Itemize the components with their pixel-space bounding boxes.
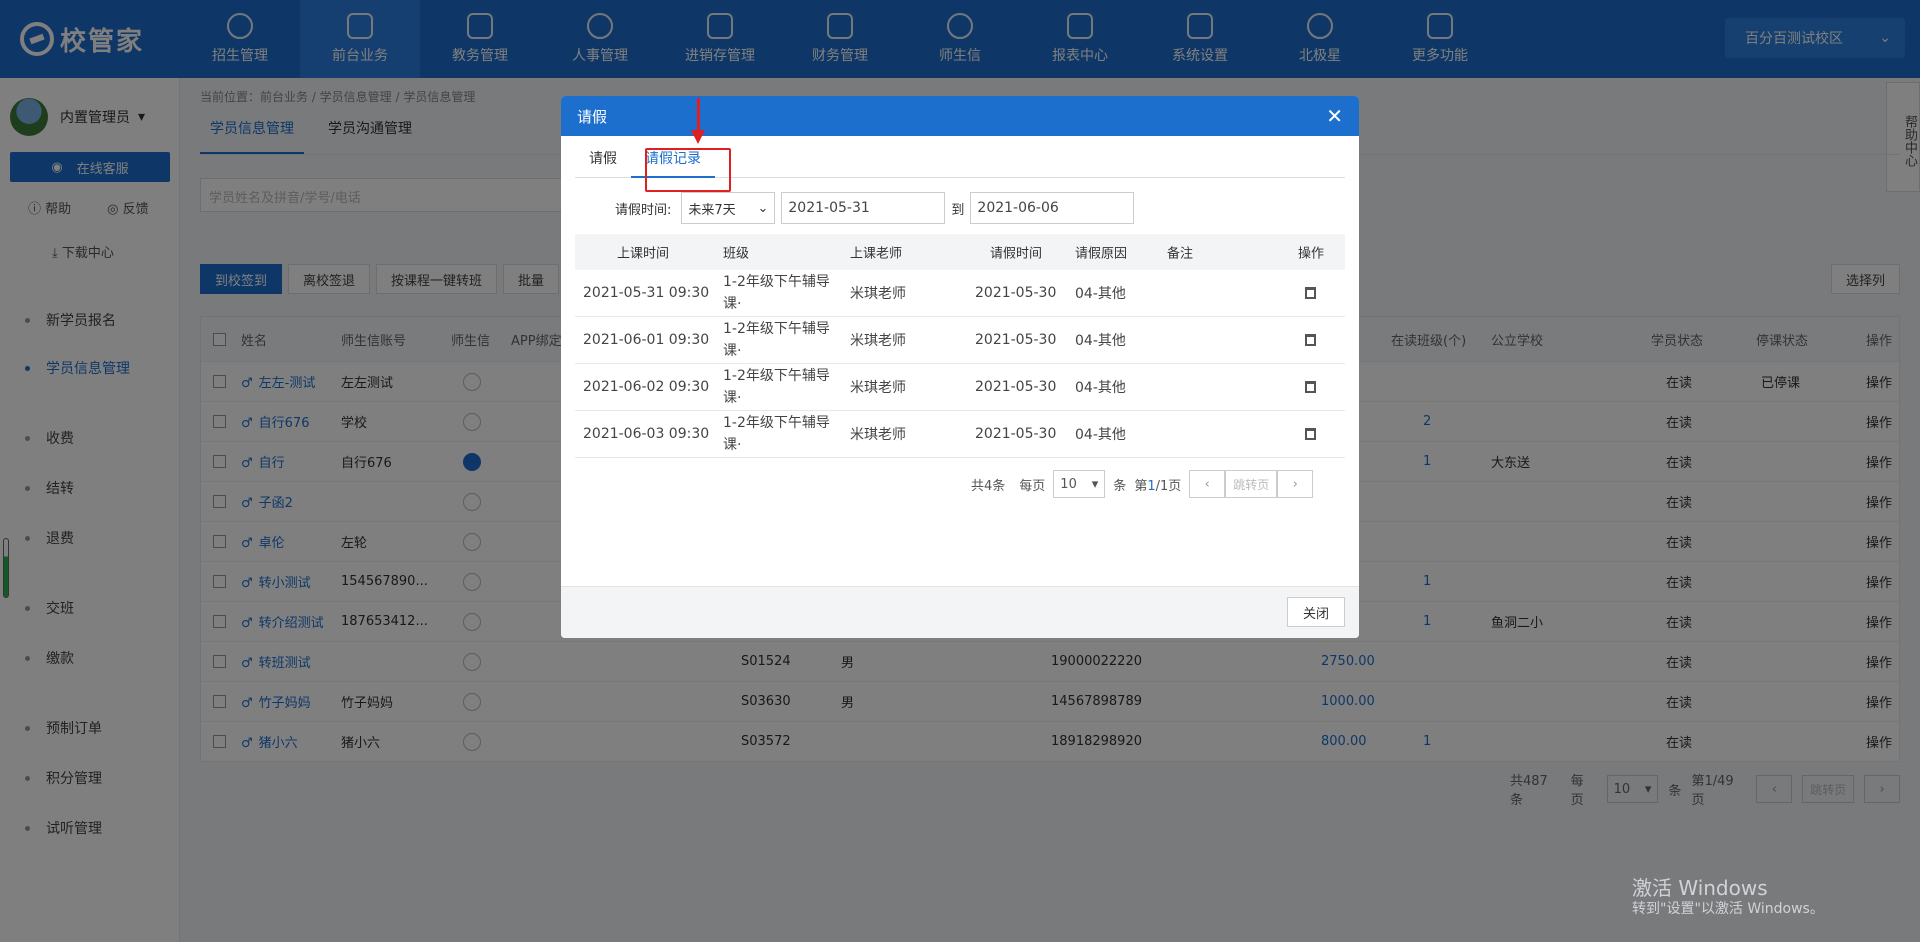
reason-cell: 04-其他 <box>1075 380 1126 396</box>
teacher-cell: 米琪老师 <box>850 427 906 443</box>
leave-column-header: 备注 <box>1167 246 1194 262</box>
leave-record-row: 2021-06-03 09:30 1-2年级下午辅导课· 米琪老师 2021-05-3… <box>575 411 1345 458</box>
teacher-cell: 米琪老师 <box>850 380 906 396</box>
range-select[interactable]: 未来7天 ⌄ <box>681 192 776 224</box>
class-time-cell: 2021-06-01 09:30 <box>583 332 710 348</box>
leave-date-cell: 2021-05-30 <box>975 285 1057 301</box>
leave-date-cell: 2021-05-30 <box>975 379 1057 395</box>
class-name-cell: 1-2年级下午辅导课· <box>723 321 830 359</box>
teacher-cell: 米琪老师 <box>850 333 906 349</box>
date-to-input[interactable]: 2021-06-06 <box>970 192 1135 224</box>
leave-date-cell: 2021-05-30 <box>975 332 1057 348</box>
modal-footer: 关闭 <box>561 586 1359 638</box>
trash-icon[interactable] <box>1305 287 1316 299</box>
filter-label: 请假时间: <box>615 202 672 218</box>
modal-title: 请假 <box>577 107 608 126</box>
modal-next-page-button[interactable]: › <box>1277 470 1314 498</box>
leave-column-header: 上课老师 <box>850 246 903 262</box>
date-from-input[interactable]: 2021-05-31 <box>781 192 946 224</box>
modal-page-size-select[interactable]: 10 ▾ <box>1053 470 1106 498</box>
leave-record-row: 2021-05-31 09:30 1-2年级下午辅导课· 米琪老师 2021-05-3… <box>575 270 1345 317</box>
leave-column-header: 上课时间 <box>617 246 670 262</box>
windows-activation-text: 转到"设置"以激活 Windows。 <box>1632 901 1824 917</box>
annotation-arrow-head <box>691 130 705 144</box>
to-label: 到 <box>951 202 965 218</box>
leave-time-filter: 请假时间: 未来7天 ⌄ 2021-05-31 到 2021-06-06 <box>615 192 1135 224</box>
modal-header: 请假 ✕ <box>561 96 1359 136</box>
modal-pager-page: 第1/1页 <box>1134 478 1182 494</box>
trash-icon[interactable] <box>1305 381 1316 393</box>
close-icon[interactable]: ✕ <box>1326 106 1343 126</box>
modal-pager: 共4条 每页 10 ▾ 条 第1/1页 ‹ 跳转页 › <box>971 470 1314 498</box>
modal-page-size-value: 10 <box>1060 476 1077 492</box>
class-name-cell: 1-2年级下午辅导课· <box>723 274 830 312</box>
reason-cell: 04-其他 <box>1075 286 1126 302</box>
leave-modal: 请假 ✕ 请假 请假记录 请假时间: 未来7天 ⌄ 2021-05-31 到 202… <box>561 96 1359 638</box>
trash-icon[interactable] <box>1305 428 1316 440</box>
class-time-cell: 2021-06-02 09:30 <box>583 379 710 395</box>
reason-cell: 04-其他 <box>1075 333 1126 349</box>
tab-leave[interactable]: 请假 <box>575 148 631 178</box>
trash-icon[interactable] <box>1305 334 1316 346</box>
leave-column-header: 请假原因 <box>1075 246 1128 262</box>
leave-column-header: 请假时间 <box>990 246 1043 262</box>
caret-down-icon: ▾ <box>1091 476 1099 492</box>
windows-activation-title: 激活 Windows <box>1632 876 1768 900</box>
leave-date-cell: 2021-05-30 <box>975 426 1057 442</box>
class-time-cell: 2021-06-03 09:30 <box>583 426 710 442</box>
annotation-highlight-box <box>645 148 731 192</box>
leave-record-row: 2021-06-01 09:30 1-2年级下午辅导课· 米琪老师 2021-05-3… <box>575 317 1345 364</box>
leave-record-row: 2021-06-02 09:30 1-2年级下午辅导课· 米琪老师 2021-05-3… <box>575 364 1345 411</box>
range-value: 未来7天 <box>688 202 736 218</box>
reason-cell: 04-其他 <box>1075 427 1126 443</box>
chevron-down-icon: ⌄ <box>757 200 769 216</box>
leave-column-header: 操作 <box>1298 246 1325 262</box>
class-name-cell: 1-2年级下午辅导课· <box>723 368 830 406</box>
modal-jump-page-input[interactable]: 跳转页 <box>1225 470 1278 498</box>
class-name-cell: 1-2年级下午辅导课· <box>723 415 830 453</box>
teacher-cell: 米琪老师 <box>850 286 906 302</box>
annotation-arrow <box>697 98 700 132</box>
class-time-cell: 2021-05-31 09:30 <box>583 285 710 301</box>
modal-pager-unit: 条 <box>1113 478 1127 494</box>
modal-prev-page-button[interactable]: ‹ <box>1189 470 1226 498</box>
leave-column-header: 班级 <box>723 246 750 262</box>
leave-records-table: 上课时间 班级 上课老师 请假时间 请假原因 备注 操作 2021-05-31 09:30 1… <box>575 234 1345 458</box>
modal-pager-total: 共4条 <box>971 478 1006 494</box>
leave-table-header: 上课时间 班级 上课老师 请假时间 请假原因 备注 操作 <box>575 234 1345 270</box>
close-button[interactable]: 关闭 <box>1287 597 1345 627</box>
modal-pager-per: 每页 <box>1019 478 1046 494</box>
